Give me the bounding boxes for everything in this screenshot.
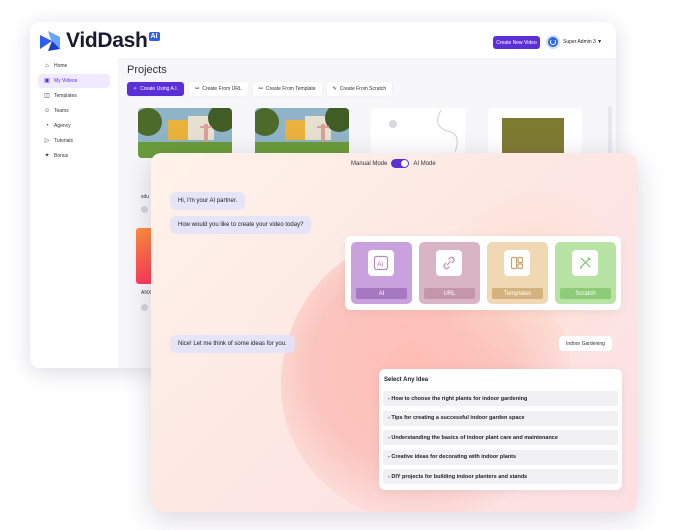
sidebar-item-tutorials[interactable]: ▷ Tutorials — [38, 134, 110, 148]
sidebar-item-teams[interactable]: ☺ Teams — [38, 104, 110, 118]
sidebar-item-label: Tutorials — [54, 138, 73, 144]
option-scratch[interactable]: Scratch — [555, 242, 616, 304]
logo-icon — [40, 31, 60, 51]
chip-label: Create From Scratch — [339, 86, 387, 92]
option-label: Scratch — [560, 288, 611, 299]
agency-icon: ◔ — [45, 123, 49, 129]
ai-chat-window: Manual Mode AI Mode Hi, I'm your AI part… — [151, 153, 637, 512]
option-templates[interactable]: Templates — [487, 242, 548, 304]
create-options: ✧ Create Using A.I. ⚯ Create From URL ⚯ … — [127, 82, 393, 96]
videos-icon: ▣ — [44, 78, 50, 84]
toggle-knob — [401, 160, 409, 167]
templates-icon: ◫ — [44, 93, 50, 99]
chip-label: Create Using A.I. — [140, 86, 178, 92]
user-menu[interactable]: Super Admin 3 ▼ — [546, 35, 602, 49]
sidebar-item-label: Home — [54, 63, 68, 69]
logo-badge: AI — [148, 31, 160, 41]
create-method-options: Ai AI URL Templates Scratch — [345, 236, 621, 310]
mode-switch: Manual Mode AI Mode — [351, 159, 436, 168]
user-name: Super Admin 3 ▼ — [563, 39, 603, 45]
sidebar-item-home[interactable]: ⌂ Home — [38, 59, 110, 73]
teams-icon: ☺ — [43, 108, 51, 114]
avatar — [546, 35, 560, 49]
sidebar-item-label: Teams — [54, 108, 69, 114]
video-thumbnail[interactable] — [255, 108, 349, 158]
idea-option[interactable]: - Understanding the basics of indoor pla… — [383, 430, 618, 445]
link-icon: ⚯ — [195, 86, 200, 92]
page-title: Projects — [127, 64, 167, 76]
option-label: Templates — [492, 288, 543, 299]
bonus-icon: ✦ — [44, 153, 50, 159]
logo-text: VidDash — [66, 29, 148, 52]
assistant-message: How would you like to create your video … — [170, 216, 312, 234]
sidebar-item-agency[interactable]: ◔ Agency — [38, 119, 110, 133]
create-from-url-chip[interactable]: ⚯ Create From URL — [189, 82, 248, 96]
home-icon: ⌂ — [45, 63, 49, 69]
video-thumbnail[interactable] — [138, 108, 232, 158]
sidebar: ⌂ Home ▣ My Videos ◫ Templates ☺ Teams ◔… — [30, 58, 118, 368]
idea-selector: Select Any Idea - How to choose the righ… — [379, 369, 622, 490]
sidebar-item-bonus[interactable]: ✦ Bonus — [38, 149, 110, 163]
sidebar-item-templates[interactable]: ◫ Templates — [38, 89, 110, 103]
chip-label: Create From URL — [202, 86, 242, 92]
create-from-template-chip[interactable]: ⚯ Create From Template — [252, 82, 322, 96]
assistant-message: Hi, I'm your AI partner. — [170, 192, 246, 210]
sidebar-item-label: Templates — [54, 93, 77, 99]
video-thumbnail[interactable] — [488, 108, 582, 158]
idea-option[interactable]: - How to choose the right plants for ind… — [383, 391, 618, 406]
sidebar-item-label: Bonus — [54, 153, 69, 159]
top-bar: VidDash AI Create New Video Super Admin … — [30, 22, 616, 62]
card-title: sdu — [141, 194, 150, 200]
idea-option[interactable]: - Tips for creating a successful indoor … — [383, 410, 618, 426]
idea-option[interactable]: - Creative ideas for decorating with ind… — [383, 449, 618, 465]
manual-mode-label: Manual Mode — [351, 160, 388, 167]
sidebar-item-label: My Videos — [54, 78, 78, 84]
user-message: Indoor Gardening — [559, 336, 612, 351]
avatar — [141, 206, 148, 213]
option-label: AI — [356, 288, 407, 299]
avatar — [141, 304, 148, 311]
video-thumbnail[interactable] — [371, 108, 465, 158]
option-ai[interactable]: Ai AI — [351, 242, 412, 304]
idea-title: Select Any Idea — [384, 377, 429, 383]
ai-icon: Ai — [368, 250, 394, 276]
template-icon: ⚯ — [258, 86, 263, 92]
sidebar-item-my-videos[interactable]: ▣ My Videos — [38, 74, 110, 88]
assistant-message: Nice! Let me think of some ideas for you… — [170, 335, 295, 353]
sidebar-item-label: Agency — [54, 123, 71, 129]
scratch-icon: ✎ — [332, 86, 337, 92]
create-from-scratch-chip[interactable]: ✎ Create From Scratch — [326, 82, 393, 96]
create-using-ai-chip[interactable]: ✧ Create Using A.I. — [127, 82, 184, 96]
create-new-video-button[interactable]: Create New Video — [493, 36, 540, 49]
chip-label: Create From Template — [265, 86, 316, 92]
link-icon — [436, 250, 462, 276]
svg-text:Ai: Ai — [377, 262, 384, 269]
scratch-icon — [572, 250, 598, 276]
option-url[interactable]: URL — [419, 242, 480, 304]
mode-toggle[interactable] — [391, 159, 410, 168]
card-title: ANX — [141, 290, 152, 296]
idea-option[interactable]: - DIY projects for building indoor plant… — [383, 469, 618, 484]
option-label: URL — [424, 288, 475, 299]
templates-icon — [504, 250, 530, 276]
power-icon — [550, 39, 556, 45]
logo[interactable]: VidDash AI — [38, 28, 160, 54]
ai-mode-label: AI Mode — [413, 160, 436, 167]
idea-list: - How to choose the right plants for ind… — [383, 391, 618, 489]
sparkle-icon: ✧ — [133, 86, 138, 92]
tutorials-icon: ▷ — [44, 138, 50, 144]
